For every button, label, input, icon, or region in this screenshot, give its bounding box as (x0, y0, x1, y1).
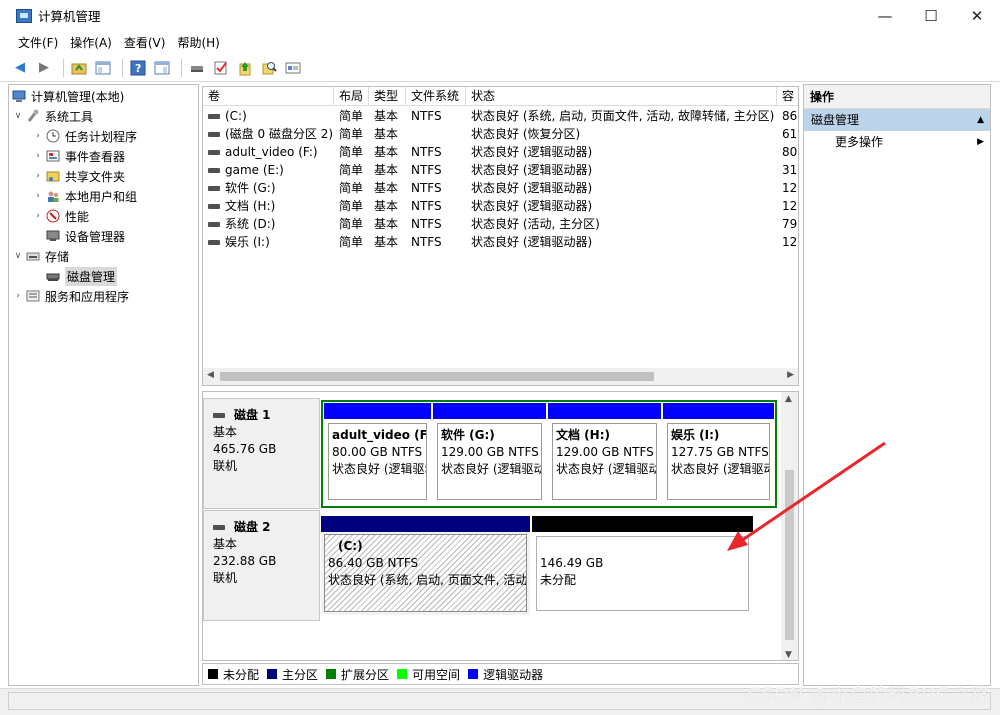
annotation-arrow-line (737, 441, 886, 545)
watermark: CSDN @小白的码BUG之路 (747, 684, 990, 706)
annotation-arrow-head (727, 531, 748, 551)
annotation-arrow (727, 441, 886, 551)
